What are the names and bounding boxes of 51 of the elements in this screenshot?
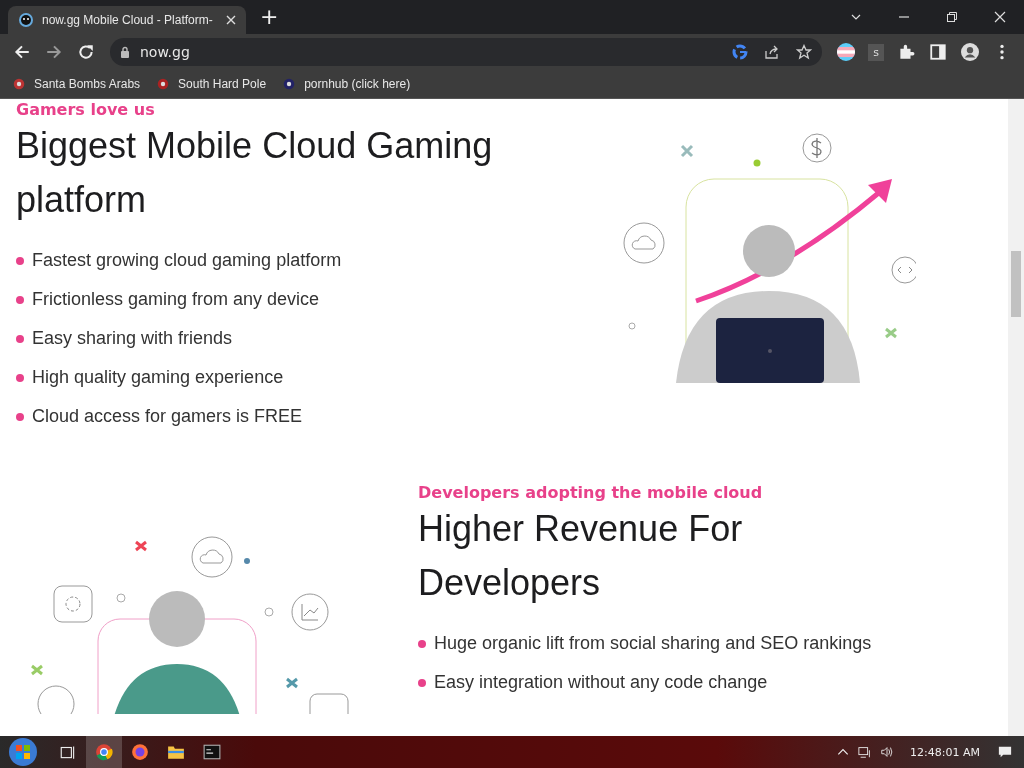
bullet-icon xyxy=(16,373,24,382)
feature-text: Easy sharing with friends xyxy=(32,328,233,349)
bullet-icon xyxy=(16,295,24,304)
bullet-icon xyxy=(16,334,24,343)
feature-text: High quality gaming experience xyxy=(32,367,284,388)
notifications-icon[interactable] xyxy=(998,745,1012,759)
new-tab-button[interactable]: + xyxy=(246,6,293,28)
striped-extension-icon[interactable] xyxy=(837,43,856,61)
google-lens-icon[interactable] xyxy=(732,44,749,60)
tab-title: now.gg Mobile Cloud - Platform- xyxy=(42,13,214,27)
feature-text: Cloud access for gamers is FREE xyxy=(32,406,303,427)
star-icon[interactable] xyxy=(796,44,813,60)
bookmark[interactable]: South Hard Pole xyxy=(156,77,267,91)
browser-tab[interactable]: now.gg Mobile Cloud - Platform- xyxy=(8,6,246,34)
lock-icon xyxy=(120,46,130,58)
profile-avatar-icon[interactable] xyxy=(961,43,979,61)
scrollbar[interactable] xyxy=(1008,99,1024,736)
clock[interactable]: 12:48:01 AM xyxy=(910,745,980,759)
section-heading: Higher Revenue For Developers xyxy=(418,507,744,605)
start-button-icon[interactable] xyxy=(8,737,38,767)
chrome-icon[interactable] xyxy=(86,736,122,768)
volume-icon[interactable] xyxy=(880,745,895,759)
section-eyebrow: Gamers love us xyxy=(16,101,156,119)
side-panel-icon[interactable] xyxy=(929,43,947,61)
feature-text: Fastest growing cloud gaming platform xyxy=(32,250,342,271)
forward-icon[interactable] xyxy=(45,43,63,61)
reload-icon[interactable] xyxy=(77,43,95,61)
feature-text: Huge organic lift from social sharing and SEO rankings xyxy=(434,633,872,654)
bullet-icon xyxy=(418,639,426,648)
site-favicon-icon xyxy=(18,12,34,28)
close-tab-icon[interactable] xyxy=(226,15,236,25)
restore-icon[interactable] xyxy=(946,11,958,23)
close-window-icon[interactable] xyxy=(994,11,1006,23)
bookmark[interactable]: Santa Bombs Arabs xyxy=(12,77,141,91)
bookmark[interactable]: pornhub (click here) xyxy=(282,77,411,91)
section-eyebrow: Developers adopting the mobile cloud xyxy=(418,484,764,502)
bullet-icon xyxy=(16,256,24,265)
bookmark-favicon-icon xyxy=(282,77,297,91)
feature-text: Frictionless gaming from any device xyxy=(32,289,320,310)
bullet-icon xyxy=(16,412,24,421)
feature-text: Easy integration without any code change xyxy=(434,672,768,693)
bookmark-favicon-icon xyxy=(12,77,26,91)
extension-button[interactable]: s xyxy=(868,43,884,61)
section-heading: Biggest Mobile Cloud Gaming platform xyxy=(16,124,494,222)
network-icon[interactable] xyxy=(858,745,873,759)
bookmark-favicon-icon xyxy=(156,77,171,91)
share-icon[interactable] xyxy=(764,44,781,60)
bullet-icon xyxy=(418,678,426,687)
back-icon[interactable] xyxy=(13,43,31,61)
puzzle-icon[interactable] xyxy=(897,43,915,61)
address-bar[interactable]: now.gg xyxy=(110,38,823,66)
